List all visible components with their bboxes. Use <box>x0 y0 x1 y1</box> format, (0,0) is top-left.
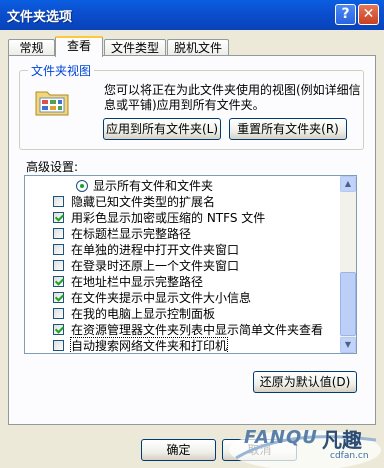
list-item[interactable]: 自动搜索网络文件夹和打印机 <box>25 337 341 353</box>
list-item-label: 在单独的进程中打开文件夹窗口 <box>71 243 240 257</box>
scrollbar-thumb[interactable] <box>340 272 356 336</box>
list-item[interactable]: 在文件夹提示中显示文件大小信息 <box>25 290 341 307</box>
list-item-label: 在文件夹提示中显示文件大小信息 <box>71 291 252 305</box>
help-button[interactable]: ? <box>335 4 356 25</box>
tab-view[interactable]: 查看 <box>55 36 103 57</box>
scroll-up-icon[interactable]: ▲ <box>340 176 356 192</box>
list-item-label: 隐藏已知文件类型的扩展名 <box>71 195 216 209</box>
advanced-settings-label: 高级设置: <box>26 160 79 174</box>
list-item[interactable]: 在资源管理器文件夹列表中显示简单文件夹查看 <box>25 322 341 339</box>
list-item-label: 在资源管理器文件夹列表中显示简单文件夹查看 <box>71 323 324 337</box>
checkbox[interactable] <box>53 324 64 335</box>
list-item[interactable]: 在登录时还原上一个文件夹窗口 <box>25 258 341 275</box>
folder-view-label: 文件夹视图 <box>28 62 95 79</box>
list-item-label: 自动搜索网络文件夹和打印机 <box>69 337 229 353</box>
restore-defaults-button[interactable]: 还原为默认值(D) <box>253 371 357 393</box>
checkbox[interactable] <box>53 196 64 207</box>
window-title: 文件夹选项 <box>7 10 73 25</box>
scroll-down-icon[interactable]: ▼ <box>340 337 356 353</box>
folder-view-description: 您可以将正在为此文件夹使用的视图(例如详细信息或平铺)应用到所有文件夹。 <box>104 83 361 112</box>
list-item-label: 在标题栏显示完整路径 <box>71 227 192 241</box>
list-item[interactable]: 用彩色显示加密或压缩的 NTFS 文件 <box>25 210 341 227</box>
checkbox[interactable] <box>53 276 64 287</box>
list-item[interactable]: 在标题栏显示完整路径 <box>25 226 341 243</box>
folder-view-icon <box>35 91 69 116</box>
checkbox[interactable] <box>53 244 64 255</box>
tab-file-types[interactable]: 文件类型 <box>104 39 166 56</box>
list-item[interactable]: 显示所有文件和文件夹 <box>25 178 341 195</box>
checkbox[interactable] <box>53 308 64 319</box>
list-item[interactable]: 在我的电脑上显示控制面板 <box>25 306 341 323</box>
list-item[interactable]: 在单独的进程中打开文件夹窗口 <box>25 242 341 259</box>
list-item-label: 用彩色显示加密或压缩的 NTFS 文件 <box>71 211 266 225</box>
checkbox[interactable] <box>53 260 64 271</box>
tab-general[interactable]: 常规 <box>8 39 55 56</box>
list-item-label: 在地址栏中显示完整路径 <box>71 275 204 289</box>
advanced-settings-list[interactable]: 显示所有文件和文件夹 隐藏已知文件类型的扩展名 用彩色显示加密或压缩的 NTFS… <box>24 175 357 354</box>
title-bar[interactable]: 文件夹选项 ? ✕ <box>0 0 384 30</box>
checkbox[interactable] <box>53 340 64 351</box>
radio-button[interactable] <box>76 180 88 192</box>
close-button[interactable]: ✕ <box>358 4 379 25</box>
checkbox[interactable] <box>53 212 64 223</box>
vertical-scrollbar[interactable]: ▲ ▼ <box>340 176 356 353</box>
list-item-label: 显示所有文件和文件夹 <box>93 179 214 193</box>
list-item[interactable]: 在地址栏中显示完整路径 <box>25 274 341 291</box>
watermark-brand: FANQU <box>244 427 318 448</box>
watermark-cn: 凡趣 <box>322 428 362 452</box>
list-item[interactable]: 隐藏已知文件类型的扩展名 <box>25 194 341 211</box>
checkbox[interactable] <box>53 292 64 303</box>
watermark-sub: cdfan.cn <box>330 451 369 461</box>
list-item-label: 在登录时还原上一个文件夹窗口 <box>71 259 240 273</box>
checkbox[interactable] <box>53 228 64 239</box>
list-item-label: 在我的电脑上显示控制面板 <box>71 307 216 321</box>
tab-offline-files[interactable]: 脱机文件 <box>167 39 229 56</box>
ok-button[interactable]: 确定 <box>141 439 216 461</box>
apply-to-all-folders-button[interactable]: 应用到所有文件夹(L) <box>103 118 221 140</box>
reset-all-folders-button[interactable]: 重置所有文件夹(R) <box>229 118 347 140</box>
